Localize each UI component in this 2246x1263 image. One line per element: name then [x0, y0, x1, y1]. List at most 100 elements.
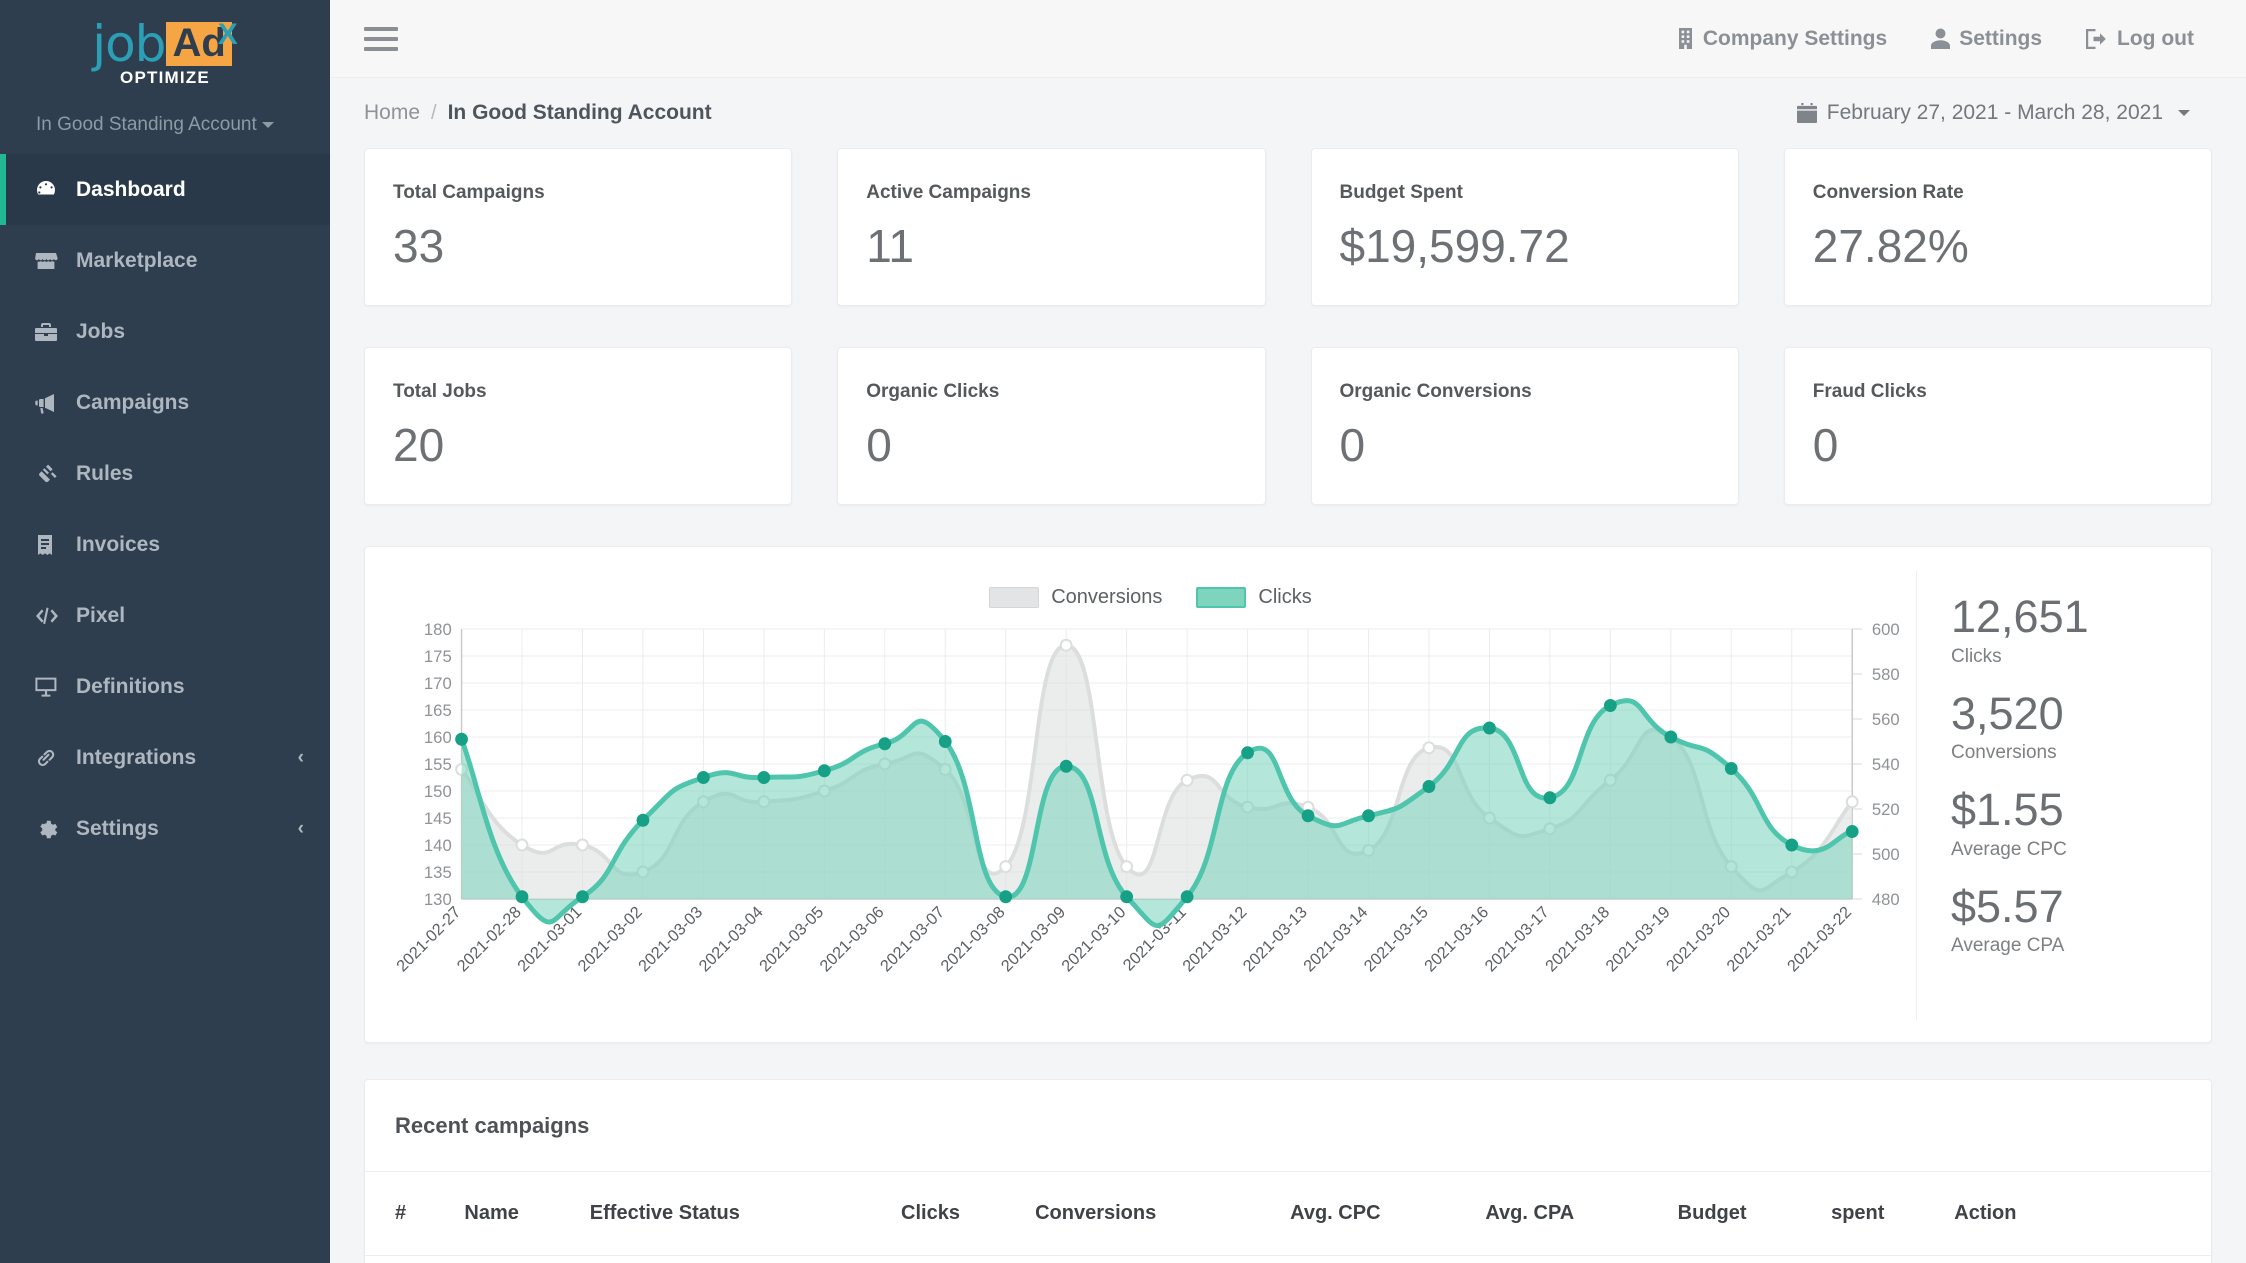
column-header-index[interactable]: # — [365, 1171, 465, 1256]
metric-average-cpc: $1.55 Average CPC — [1951, 786, 2191, 861]
svg-text:175: 175 — [424, 647, 452, 666]
svg-text:2021-03-20: 2021-03-20 — [1663, 903, 1734, 975]
hamburger-icon[interactable] — [364, 26, 398, 51]
svg-text:145: 145 — [424, 809, 452, 828]
svg-text:2021-02-27: 2021-02-27 — [393, 903, 464, 975]
svg-text:2021-02-28: 2021-02-28 — [454, 903, 525, 975]
performance-chart-card: Conversions Clicks 130 135 140 145 150 155 160… — [364, 546, 2212, 1043]
hamburger-bar — [364, 26, 398, 31]
svg-text:135: 135 — [424, 863, 452, 882]
svg-text:500: 500 — [1872, 845, 1900, 864]
cell-spent — [1831, 1256, 1954, 1263]
logout-icon — [2086, 28, 2108, 49]
chevron-down-icon — [2178, 110, 2190, 116]
metric-label: Average CPA — [1951, 935, 2065, 957]
svg-text:2021-03-05: 2021-03-05 — [756, 903, 827, 975]
metric-label: Average CPC — [1951, 838, 2067, 860]
svg-text:600: 600 — [1872, 620, 1900, 639]
desktop-icon — [34, 676, 64, 698]
top-link-label: Settings — [1959, 26, 2043, 50]
metric-value: $1.55 — [1951, 784, 2064, 836]
sidebar-item-marketplace[interactable]: Marketplace — [0, 225, 330, 296]
kpi-label: Active Campaigns — [866, 182, 1031, 203]
metric-label: Conversions — [1951, 742, 2057, 764]
column-header-action[interactable]: Action — [1954, 1171, 2211, 1256]
sidebar-item-label: Dashboard — [76, 177, 186, 201]
svg-text:2021-03-02: 2021-03-02 — [575, 903, 646, 975]
sidebar-item-label: Rules — [76, 461, 134, 485]
svg-text:2021-03-13: 2021-03-13 — [1240, 903, 1311, 975]
topbar-links: Company Settings Settings Log out — [1677, 27, 2216, 51]
legend-label: Clicks — [1258, 585, 1312, 608]
metric-label: Clicks — [1951, 645, 2002, 667]
chart-plot[interactable]: 130 135 140 145 150 155 160 165 170 175 180 480 500 5… — [385, 617, 1916, 1017]
chevron-left-icon: ‹ — [297, 817, 304, 839]
legend-swatch — [1196, 586, 1247, 608]
svg-text:2021-03-21: 2021-03-21 — [1723, 903, 1794, 975]
column-header-clicks[interactable]: Clicks — [901, 1171, 1036, 1256]
recent-campaigns-card: Recent campaigns # Name Effective Status… — [364, 1079, 2212, 1263]
column-header-avg-cpc[interactable]: Avg. CPC — [1290, 1171, 1486, 1256]
svg-text:560: 560 — [1872, 710, 1900, 729]
logout-link[interactable]: Log out — [2086, 27, 2194, 51]
sidebar-item-dashboard[interactable]: Dashboard — [0, 154, 330, 225]
svg-text:180: 180 — [424, 620, 452, 639]
metric-conversions: 3,520 Conversions — [1951, 689, 2191, 765]
logo-text-x: X — [217, 18, 238, 51]
kpi-value: 20 — [393, 419, 445, 471]
svg-text:540: 540 — [1872, 755, 1900, 774]
column-header-avg-cpa[interactable]: Avg. CPA — [1485, 1171, 1678, 1256]
chart-legend: Conversions Clicks — [385, 577, 1916, 617]
column-header-name[interactable]: Name — [464, 1171, 590, 1256]
logo[interactable]: job Ad X OPTIMIZE — [0, 0, 330, 98]
svg-text:520: 520 — [1872, 800, 1900, 819]
svg-text:2021-03-17: 2021-03-17 — [1482, 903, 1553, 975]
date-range-picker[interactable]: February 27, 2021 - March 28, 2021 — [1796, 101, 2212, 125]
sidebar-item-integrations[interactable]: Integrations ‹ — [0, 722, 330, 793]
breadcrumb-separator: / — [431, 101, 437, 124]
building-icon — [1677, 28, 1694, 49]
svg-text:580: 580 — [1872, 665, 1900, 684]
account-selector[interactable]: In Good Standing Account — [0, 98, 330, 154]
app-root: job Ad X OPTIMIZE In Good Standing Accou… — [0, 0, 2246, 1263]
legend-label: Conversions — [1051, 585, 1163, 608]
sidebar-item-definitions[interactable]: Definitions — [0, 651, 330, 722]
column-header-conversions[interactable]: Conversions — [1035, 1171, 1291, 1256]
svg-text:2021-03-06: 2021-03-06 — [816, 903, 887, 975]
column-header-effective-status[interactable]: Effective Status — [589, 1171, 902, 1256]
breadcrumb-home[interactable]: Home — [364, 101, 420, 125]
legend-item-clicks[interactable]: Clicks — [1196, 585, 1312, 609]
column-header-spent[interactable]: spent — [1831, 1171, 1955, 1256]
logo-text-job: job — [92, 15, 166, 73]
svg-text:2021-03-19: 2021-03-19 — [1603, 903, 1674, 975]
sidebar-item-invoices[interactable]: Invoices — [0, 509, 330, 580]
sidebar-item-pixel[interactable]: Pixel — [0, 580, 330, 651]
sidebar-item-label: Campaigns — [76, 390, 190, 414]
briefcase-icon — [34, 321, 64, 343]
kpi-card-active-campaigns: Active Campaigns 11 — [837, 148, 1266, 306]
kpi-label: Total Jobs — [393, 381, 487, 402]
legend-item-conversions[interactable]: Conversions — [989, 586, 1162, 609]
sidebar-item-settings[interactable]: Settings ‹ — [0, 793, 330, 864]
cell-effective-status — [590, 1256, 901, 1263]
sidebar-item-label: Integrations — [76, 745, 197, 769]
table-row[interactable] — [365, 1256, 2211, 1263]
sidebar-item-jobs[interactable]: Jobs — [0, 296, 330, 367]
column-header-budget[interactable]: Budget — [1677, 1171, 1832, 1256]
company-settings-link[interactable]: Company Settings — [1677, 27, 1887, 51]
receipt-icon — [34, 534, 64, 556]
kpi-card-total-jobs: Total Jobs 20 — [364, 347, 793, 505]
account-selector-label: In Good Standing Account — [36, 114, 257, 135]
cell-clicks — [901, 1256, 1035, 1263]
breadcrumb: Home / In Good Standing Account February… — [330, 78, 2246, 148]
kpi-value: 0 — [1812, 419, 1839, 471]
sidebar-item-rules[interactable]: Rules — [0, 438, 330, 509]
kpi-card-fraud-clicks: Fraud Clicks 0 — [1783, 347, 2212, 505]
kpi-label: Budget Spent — [1339, 182, 1464, 203]
kpi-value: 33 — [393, 220, 445, 272]
kpi-value: $19,599.72 — [1339, 220, 1570, 272]
settings-link[interactable]: Settings — [1931, 27, 2042, 51]
sidebar-item-campaigns[interactable]: Campaigns — [0, 367, 330, 438]
kpi-card-organic-clicks: Organic Clicks 0 — [837, 347, 1266, 505]
svg-text:150: 150 — [424, 782, 452, 801]
